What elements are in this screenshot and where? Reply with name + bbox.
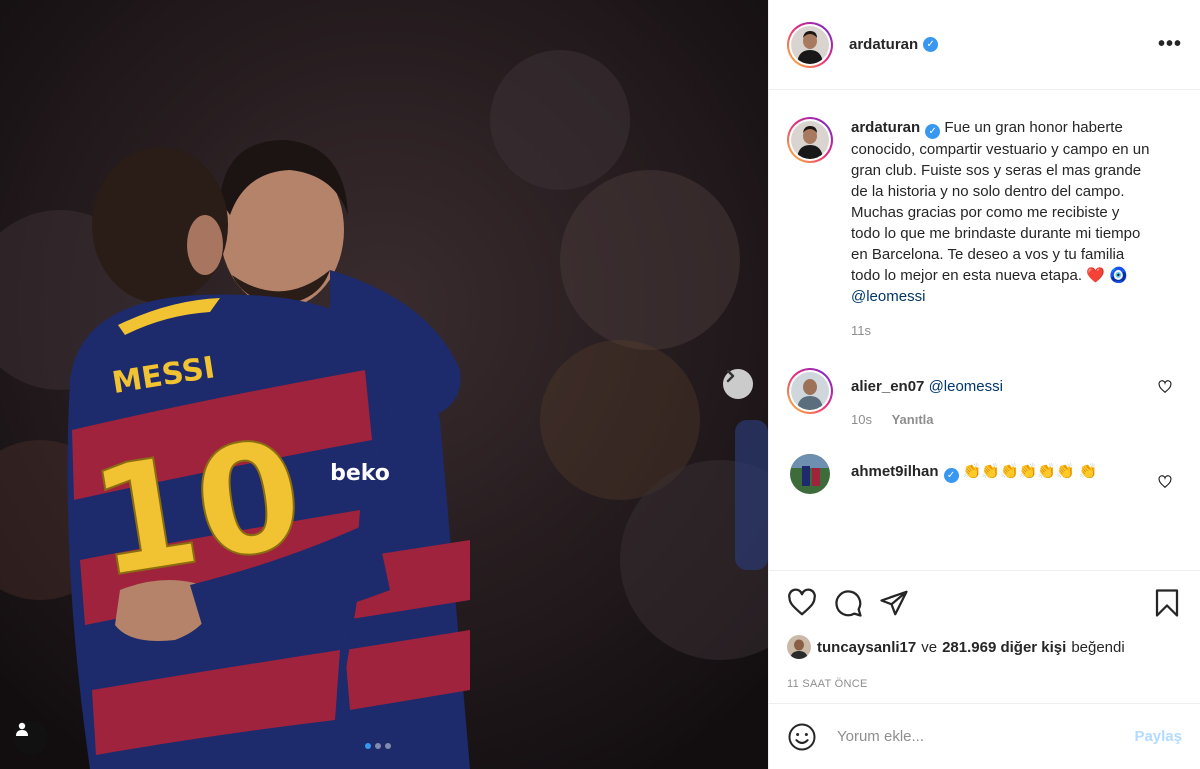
carousel-next-button[interactable] <box>723 369 753 399</box>
comment-time[interactable]: 10s <box>851 412 872 427</box>
emoji-icon <box>788 723 816 750</box>
commenter-username[interactable]: ahmet9ilhan <box>851 463 939 480</box>
author-username[interactable]: ardaturan <box>849 36 918 53</box>
post-comment-button[interactable]: Paylaş <box>1134 728 1182 745</box>
post-actions: tuncaysanli17 ve 281.969 diğer kişi beğe… <box>769 570 1200 690</box>
commenter-avatar[interactable] <box>787 368 833 414</box>
post-side-panel: ardaturan ✓ ••• ardaturan ✓ Fue un gran … <box>768 0 1200 769</box>
instagram-post-view: MESSI 10 beko ardaturan ✓ ••• ardaturan … <box>0 0 1200 769</box>
likes-connector: ve <box>921 638 938 656</box>
avatar-image <box>791 121 829 159</box>
likes-summary: tuncaysanli17 ve 281.969 diğer kişi beğe… <box>787 635 1182 659</box>
save-button[interactable] <box>1152 588 1182 618</box>
caption-emojis: ❤️ 🧿 <box>1086 267 1128 284</box>
reply-button[interactable]: Yanıtla <box>892 412 934 427</box>
post-timestamp[interactable]: 11 SAAT ÖNCE <box>787 678 1182 690</box>
like-comment-button[interactable] <box>1158 380 1172 399</box>
heart-icon <box>1158 475 1172 489</box>
avatar-image <box>790 454 830 494</box>
caption-text: ardaturan ✓ Fue un gran honor haberte con… <box>851 117 1151 307</box>
comments-section: ardaturan ✓ Fue un gran honor haberte con… <box>769 90 1200 570</box>
more-options-button[interactable]: ••• <box>1158 33 1182 56</box>
avatar-image <box>787 635 811 659</box>
like-button[interactable] <box>787 588 817 618</box>
tag-user-icon <box>16 722 28 736</box>
comment-input[interactable] <box>835 727 1135 746</box>
avatar-image <box>791 372 829 410</box>
emoji-picker-button[interactable] <box>787 722 817 752</box>
post-image: MESSI 10 beko <box>0 0 768 769</box>
carousel-indicators <box>365 743 391 749</box>
carousel-dot <box>385 743 391 749</box>
commenter-username[interactable]: alier_en07 <box>851 378 924 395</box>
comment-mention[interactable]: @leomessi <box>929 378 1003 395</box>
verified-badge-icon: ✓ <box>923 37 939 52</box>
share-button[interactable] <box>879 588 909 618</box>
commenter-avatar[interactable] <box>787 451 833 497</box>
verified-badge-icon: ✓ <box>943 468 959 483</box>
share-icon <box>880 590 908 616</box>
bookmark-icon <box>1155 589 1179 617</box>
likes-others[interactable]: 281.969 diğer kişi <box>942 639 1066 656</box>
caption: ardaturan ✓ Fue un gran honor haberte con… <box>787 117 1182 338</box>
liker-avatar[interactable] <box>787 635 811 659</box>
avatar-image <box>791 25 829 64</box>
photo-illustration: MESSI 10 beko <box>0 0 768 769</box>
liker-username[interactable]: tuncaysanli17 <box>817 639 916 656</box>
comment-item: ahmet9ilhan ✓ 👏👏👏👏👏👏 👏 <box>787 451 1182 497</box>
like-comment-button[interactable] <box>1158 475 1172 494</box>
carousel-dot <box>375 743 381 749</box>
comment-item: alier_en07 @leomessi 10s Yanıtla <box>787 368 1182 427</box>
jersey-sponsor: beko <box>330 461 390 486</box>
comment-icon <box>835 590 862 617</box>
likes-suffix: beğendi <box>1071 638 1125 656</box>
caption-mention[interactable]: @leomessi <box>851 288 925 305</box>
comment-button[interactable] <box>833 588 863 618</box>
jersey-number: 10 <box>80 407 313 612</box>
carousel-dot <box>365 743 371 749</box>
author-avatar[interactable] <box>787 21 833 68</box>
verified-badge-icon: ✓ <box>925 124 941 139</box>
caption-avatar[interactable] <box>787 117 833 163</box>
caption-username[interactable]: ardaturan <box>851 119 920 136</box>
heart-icon <box>1158 380 1172 394</box>
heart-icon <box>788 588 816 616</box>
tagged-users-button[interactable] <box>14 721 48 755</box>
post-header: ardaturan ✓ ••• <box>769 0 1200 90</box>
comment-emojis: 👏👏👏👏👏👏 👏 <box>962 463 1098 480</box>
caption-time[interactable]: 11s <box>851 323 1151 338</box>
add-comment-bar: Paylaş <box>769 703 1200 769</box>
chevron-right-icon <box>726 369 735 383</box>
